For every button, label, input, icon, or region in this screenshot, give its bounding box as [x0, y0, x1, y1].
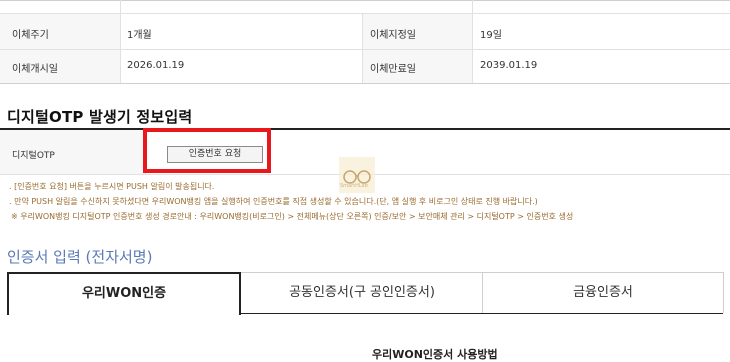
otp-note-3: ※ 우리WON뱅킹 디지털OTP 인증번호 생성 경로안내 : 우리WON뱅킹(… [11, 212, 574, 221]
transfer-day-value: 19일 [480, 30, 502, 41]
transfer-start-value: 2026.01.19 [127, 60, 185, 71]
transfer-end-value: 2039.01.19 [480, 60, 538, 71]
otp-row-label: 디지털OTP [12, 151, 55, 161]
table-col-divider [362, 14, 363, 83]
transfer-start-label: 이체개시일 [12, 64, 58, 75]
otp-note-1: . [인증번호 요청] 버튼을 누르시면 PUSH 알림이 발송됩니다. [9, 182, 215, 191]
table-top-border [0, 0, 730, 1]
cert-section-title: 인증서 입력 (전자서명) [7, 248, 153, 266]
won-cert-guide-heading: 우리WON인증서 사용방법 [372, 348, 498, 361]
table-col-divider [120, 14, 121, 83]
transfer-day-label: 이체지정일 [370, 30, 416, 41]
table-col-divider [120, 0, 121, 13]
tab-woori-won-auth[interactable]: 우리WON인증 [7, 272, 241, 315]
transfer-cycle-value: 1개월 [127, 30, 152, 41]
table-bottom-border [0, 83, 730, 84]
tab-joint-certificate[interactable]: 공동인증서(구 공인인증서) [242, 273, 482, 313]
tab-bar-right-border [723, 272, 724, 313]
otp-note-2: . 만약 PUSH 알림을 수신하지 못하셨다면 우리WON뱅킹 앱을 실행하여… [9, 197, 538, 206]
transfer-end-label: 이체만료일 [370, 64, 416, 75]
tab-financial-certificate[interactable]: 금융인증서 [483, 273, 723, 313]
watermark-logo-icon [339, 157, 375, 193]
table-col-divider [472, 14, 473, 83]
table-col-divider [472, 0, 473, 13]
highlight-box [143, 128, 271, 173]
watermark-text: SmartHLab [340, 183, 368, 189]
otp-section-title: 디지털OTP 발생기 정보입력 [7, 108, 193, 126]
transfer-cycle-label: 이체주기 [12, 30, 49, 41]
